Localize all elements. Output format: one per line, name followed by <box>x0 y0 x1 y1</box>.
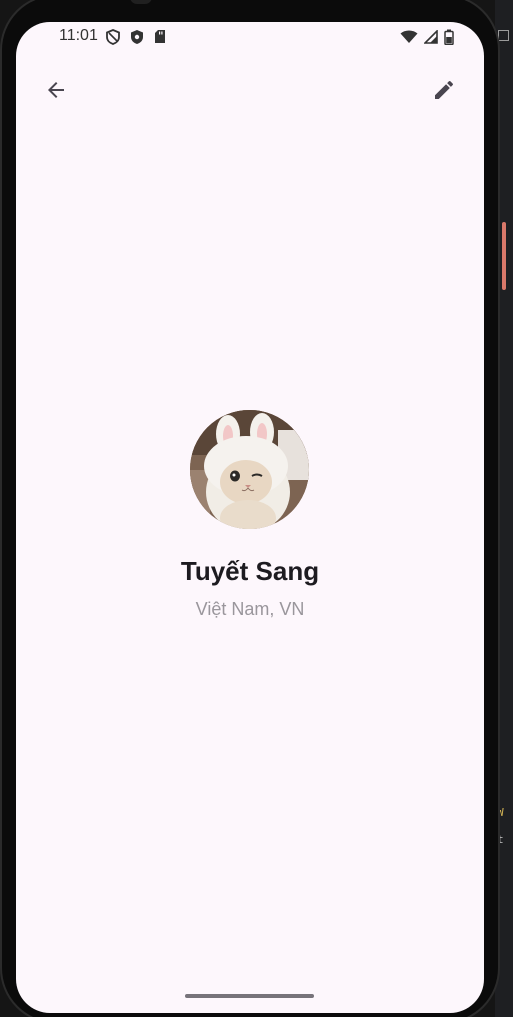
desktop-stage: W t 11:01 Tuyết Sang Việt Nam, VN <box>0 0 513 1017</box>
status-left-icons <box>106 29 166 50</box>
scroll-marker[interactable] <box>502 222 506 290</box>
sd-card-icon <box>154 29 166 50</box>
panel-square-icon <box>498 30 509 41</box>
profile-avatar[interactable] <box>190 410 309 529</box>
arrow-back-icon <box>44 78 68 107</box>
profile-location: Việt Nam, VN <box>195 599 305 619</box>
front-camera <box>130 0 152 4</box>
status-time: 11:01 <box>59 27 98 44</box>
status-bar: 11:01 <box>16 22 484 52</box>
shield-check-icon <box>130 29 144 50</box>
shield-outline-icon <box>106 29 120 50</box>
wifi-icon <box>400 30 418 49</box>
pencil-icon <box>432 78 456 107</box>
status-right-icons <box>400 29 454 50</box>
back-button[interactable] <box>36 72 76 112</box>
cat-photo <box>190 410 309 529</box>
battery-icon <box>444 29 454 50</box>
signal-icon <box>423 29 438 49</box>
home-indicator[interactable] <box>185 994 314 998</box>
profile-name: Tuyết Sang <box>180 556 320 586</box>
phone-screen: 11:01 Tuyết Sang Việt Nam, VN <box>16 22 484 1013</box>
edit-profile-button[interactable] <box>424 72 464 112</box>
